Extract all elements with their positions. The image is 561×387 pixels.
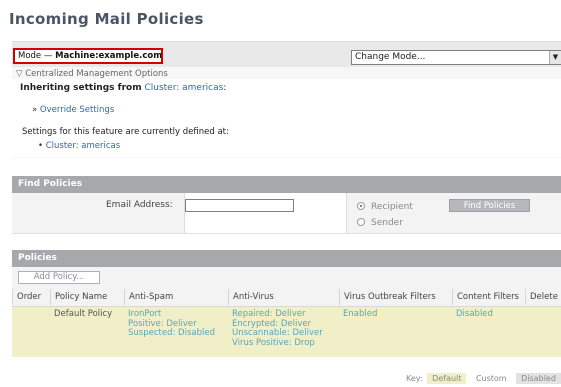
column-content-filters: Content Filters [452, 289, 525, 305]
key-default: Default [427, 373, 467, 384]
bullet-dot-icon: • [38, 141, 44, 151]
key-custom: Custom [470, 373, 512, 384]
centralized-body: Inheriting settings from Cluster: americ… [12, 79, 561, 157]
column-anti-spam: Anti-Spam [124, 289, 228, 305]
table-row: Default Policy IronPort Positive: Delive… [12, 306, 561, 357]
row-anti-virus[interactable]: Repaired: Deliver Encrypted: Deliver Uns… [228, 309, 323, 348]
defined-cluster-item: • Cluster: americas [38, 141, 120, 151]
override-bullet-icon: » [32, 105, 38, 115]
email-address-label: Email Address: [106, 200, 173, 210]
radio-selected-icon[interactable] [357, 202, 365, 210]
policies-panel: Add Policy... Order Policy Name Anti-Spa… [12, 267, 561, 357]
find-policies-panel: Email Address: Recipient Sender Find Pol… [12, 193, 561, 234]
inherit-suffix: : [223, 83, 227, 93]
row-virus-outbreak-filters[interactable]: Enabled [339, 309, 377, 320]
key-label: Key: [406, 374, 423, 383]
centralized-options-label: Centralized Management Options [25, 69, 168, 79]
inherit-cluster-link[interactable]: Cluster: americas [144, 83, 223, 93]
mode-machine: Machine:example.com [55, 51, 163, 61]
key-legend: Key: Default Custom Disabled [406, 373, 561, 384]
inherit-prefix: Inheriting settings from [20, 83, 142, 93]
mode-bar: Mode — Machine:example.com Change Mode..… [12, 42, 561, 67]
defined-at-text: Settings for this feature are currently … [22, 127, 229, 137]
collapse-triangle-icon: ▽ [16, 69, 23, 79]
centralized-options-toggle[interactable]: ▽ Centralized Management Options [16, 69, 168, 79]
defined-cluster-link[interactable]: Cluster: americas [46, 141, 120, 151]
recipient-label: Recipient [371, 202, 413, 212]
change-mode-select[interactable]: Change Mode... ▼ [351, 50, 561, 65]
find-policies-header: Find Policies [12, 176, 561, 193]
centralized-management-panel: Mode — Machine:example.com Change Mode..… [12, 41, 561, 158]
email-address-input[interactable] [185, 199, 294, 212]
column-virus-outbreak-filters: Virus Outbreak Filters [339, 289, 452, 305]
mode-indicator: Mode — Machine:example.com [13, 48, 163, 64]
inherit-line: Inheriting settings from Cluster: americ… [20, 83, 226, 93]
sender-radio[interactable]: Sender [357, 218, 403, 228]
anti-spam-line: Suspected: Disabled [128, 328, 215, 338]
find-policies-button[interactable]: Find Policies [449, 199, 530, 212]
column-delete: Delete [525, 289, 561, 305]
sender-label: Sender [371, 218, 403, 228]
anti-virus-line: Virus Positive: Drop [232, 337, 315, 348]
policies-header: Policies [12, 250, 561, 267]
add-policy-button[interactable]: Add Policy... [18, 271, 100, 284]
key-disabled: Disabled [516, 373, 561, 384]
mode-prefix: Mode — [18, 51, 53, 61]
column-policy-name: Policy Name [50, 289, 124, 305]
radio-unselected-icon[interactable] [357, 218, 365, 226]
recipient-radio[interactable]: Recipient [357, 202, 413, 212]
column-order: Order [12, 289, 50, 305]
column-anti-virus: Anti-Virus [228, 289, 339, 305]
override-line: » Override Settings [32, 105, 114, 115]
row-policy-name[interactable]: Default Policy [50, 309, 112, 320]
dropdown-arrow-icon[interactable]: ▼ [549, 51, 561, 64]
row-anti-spam[interactable]: IronPort Positive: Deliver Suspected: Di… [124, 309, 215, 339]
override-settings-link[interactable]: Override Settings [40, 105, 114, 115]
change-mode-label: Change Mode... [355, 52, 426, 62]
page-title: Incoming Mail Policies [9, 10, 204, 28]
row-content-filters[interactable]: Disabled [452, 309, 493, 320]
